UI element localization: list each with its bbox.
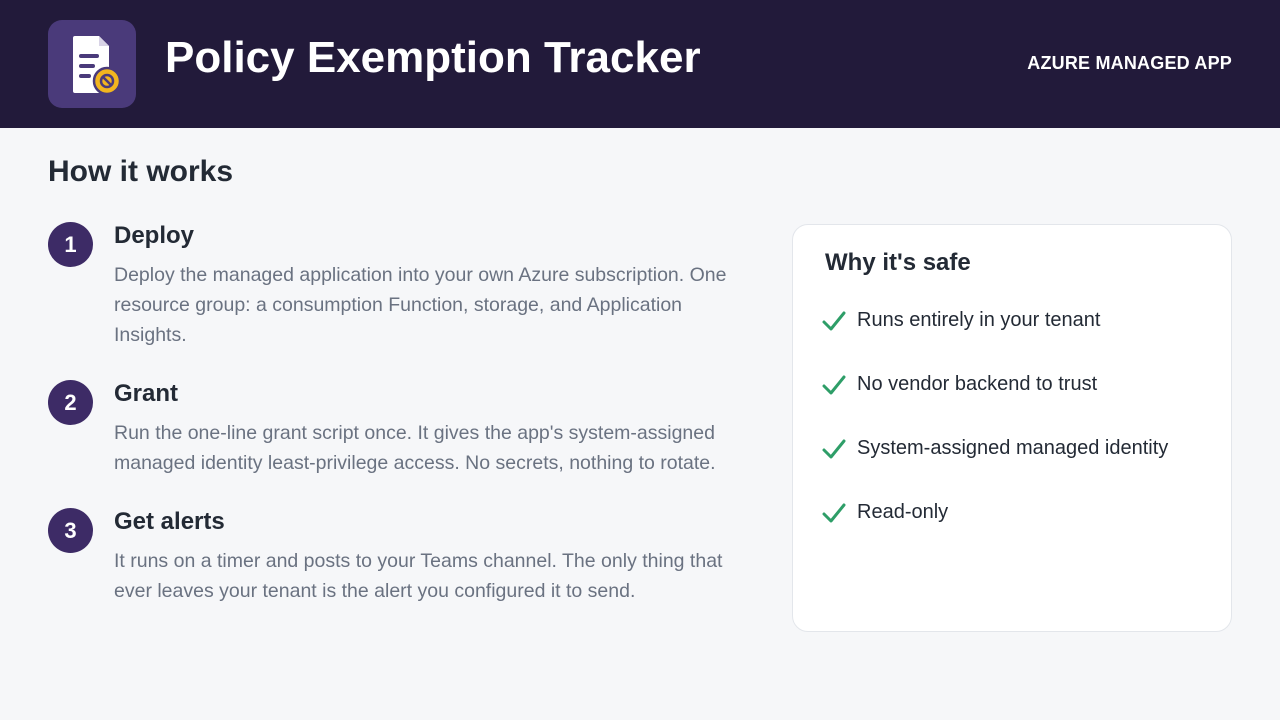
app-type-tag: AZURE MANAGED APP bbox=[1027, 53, 1232, 73]
check-icon bbox=[822, 375, 846, 395]
step-title: Deploy bbox=[114, 222, 195, 249]
safety-item: Read-only bbox=[821, 498, 1221, 528]
safety-item: System-assigned managed identity bbox=[821, 434, 1221, 464]
check-icon bbox=[822, 311, 846, 331]
step-title: Get alerts bbox=[114, 508, 225, 535]
app-logo bbox=[48, 20, 136, 108]
safety-item-label: Read-only bbox=[857, 501, 949, 523]
safety-item: Runs entirely in your tenant bbox=[821, 306, 1221, 336]
safety-item-label: No vendor backend to trust bbox=[857, 373, 1098, 395]
safety-card: Why it's safe Runs entirely in your tena… bbox=[792, 224, 1232, 632]
step-number-badge: 2 bbox=[48, 380, 93, 425]
step-title: Grant bbox=[114, 380, 179, 407]
safety-item: No vendor backend to trust bbox=[821, 370, 1221, 400]
check-icon bbox=[822, 503, 846, 523]
step-description: Deploy the managed application into your… bbox=[114, 264, 727, 346]
step-number-badge: 3 bbox=[48, 508, 93, 553]
check-icon bbox=[822, 439, 846, 459]
document-blocked-icon bbox=[73, 36, 122, 96]
app-header: Policy Exemption Tracker AZURE MANAGED A… bbox=[0, 0, 1280, 128]
step-number-badge: 1 bbox=[48, 222, 93, 267]
safety-item-label: System-assigned managed identity bbox=[857, 437, 1169, 459]
step-deploy: 1 Deploy Deploy the managed application … bbox=[48, 222, 748, 352]
step-get-alerts: 3 Get alerts It runs on a timer and post… bbox=[48, 508, 748, 608]
step-grant: 2 Grant Run the one-line grant script on… bbox=[48, 380, 748, 480]
step-description: Run the one-line grant script once. It g… bbox=[114, 422, 716, 474]
app-title: Policy Exemption Tracker bbox=[165, 33, 701, 82]
safety-item-label: Runs entirely in your tenant bbox=[857, 309, 1101, 331]
safety-card-title: Why it's safe bbox=[825, 249, 971, 276]
how-it-works-heading: How it works bbox=[48, 155, 234, 188]
step-description: It runs on a timer and posts to your Tea… bbox=[114, 550, 723, 602]
